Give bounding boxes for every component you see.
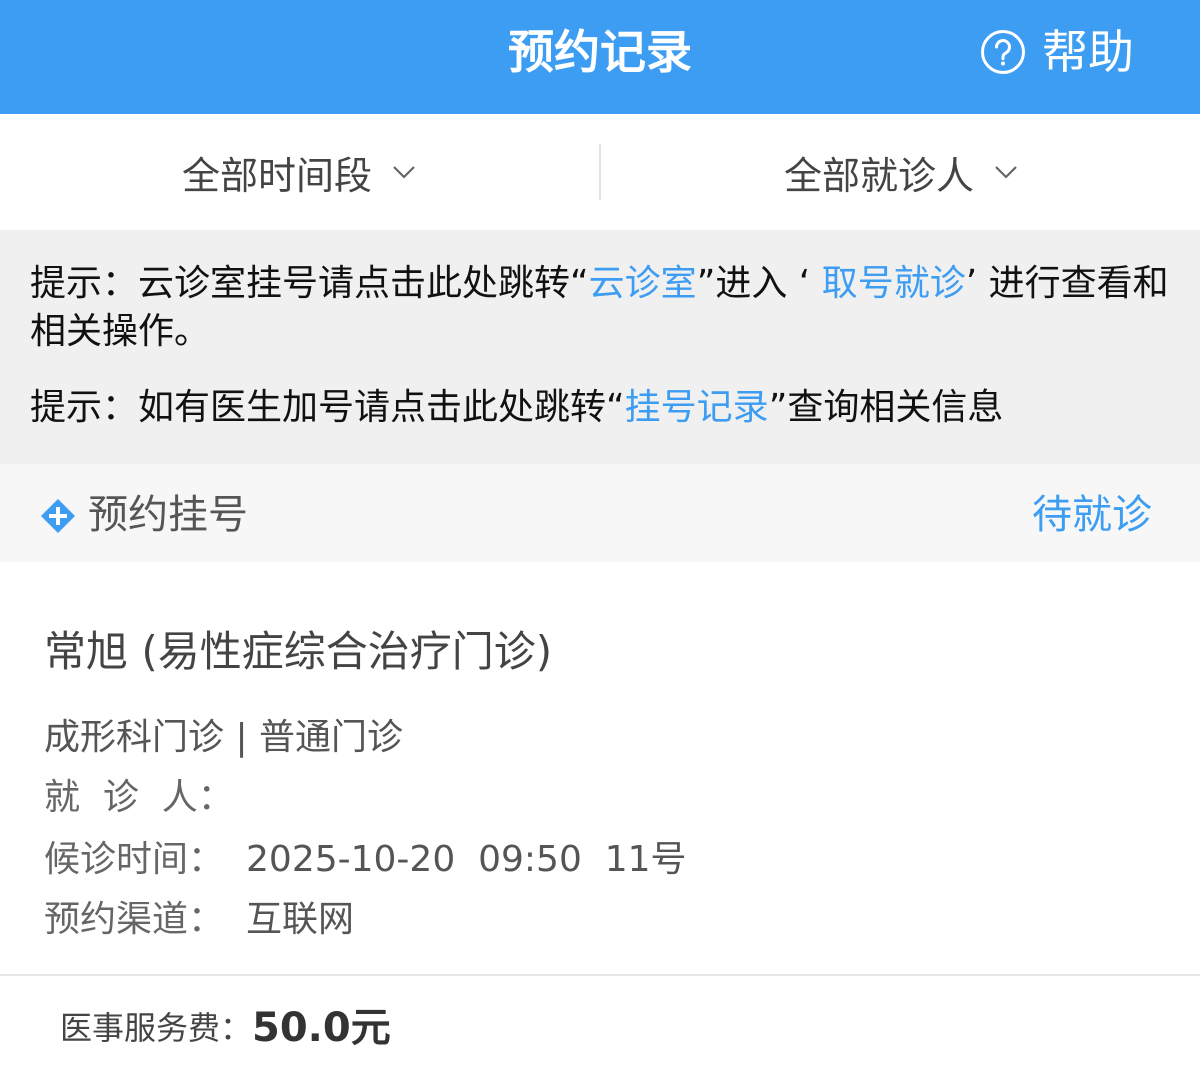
quote-mark: ” [768,387,788,428]
patient-filter-label: 全部就诊人 [783,153,974,198]
notice-text: 提示：云诊室挂号请点击此处跳转 [30,263,571,304]
cloud-clinic-link[interactable]: 云诊室 [589,263,697,304]
help-button[interactable]: 帮助 [980,22,1134,82]
channel-label: 预约渠道： [44,899,225,940]
time-filter-dropdown[interactable]: 全部时间段 [0,114,598,230]
filter-bar: 全部时间段 全部就诊人 [0,114,1200,230]
filter-divider [599,144,601,200]
channel-row: 预约渠道： 互联网 [44,896,354,944]
fee-value: 50.0元 [252,1005,391,1051]
plus-circle-icon [41,499,75,533]
patient-filter-dropdown[interactable]: 全部就诊人 [602,114,1200,230]
question-circle-icon [981,30,1025,74]
chevron-down-icon [393,166,415,179]
notice-cloud-clinic: 提示：云诊室挂号请点击此处跳转“云诊室”进入 ‘ 取号就诊’ 进行查看和相关操作… [30,260,1170,356]
quote-mark: ” [696,263,716,304]
notice-text: 提示：如有医生加号请点击此处跳转 [30,387,607,428]
department-info: 成形科门诊 | 普通门诊 [44,717,404,758]
notice-text: 进入 ‘ [715,263,822,304]
channel-value: 互联网 [246,899,355,940]
patient-label: 就 诊 人： [44,777,234,818]
patient-row: 就 诊 人： [44,774,256,822]
take-number-link[interactable]: 取号就诊 [822,263,966,304]
section-title: 预约挂号 [88,492,248,538]
quote-mark: “ [570,263,589,304]
card-divider [0,974,1200,976]
wait-time-value: 2025-10-20 09:50 11号 [246,839,687,880]
notice-registration-record: 提示：如有医生加号请点击此处跳转“挂号记录”查询相关信息 [30,384,1170,432]
chevron-down-icon [995,166,1017,179]
notice-text: 查询相关信息 [787,387,1004,428]
wait-time-row: 候诊时间： 2025-10-20 09:50 11号 [44,836,687,884]
fee-label: 医事服务费： [60,1009,253,1047]
registration-record-link[interactable]: 挂号记录 [625,387,769,428]
header-bar: 预约记录 帮助 [0,0,1200,114]
status-badge[interactable]: 待就诊 [1032,490,1152,540]
time-filter-label: 全部时间段 [181,153,372,198]
quote-mark: “ [606,387,625,428]
wait-time-label: 候诊时间： [44,839,225,880]
help-label: 帮助 [1042,25,1134,79]
doctor-name: 常旭 (易性症综合治疗门诊) [44,627,553,676]
notice-panel: 提示：云诊室挂号请点击此处跳转“云诊室”进入 ‘ 取号就诊’ 进行查看和相关操作… [0,230,1200,464]
